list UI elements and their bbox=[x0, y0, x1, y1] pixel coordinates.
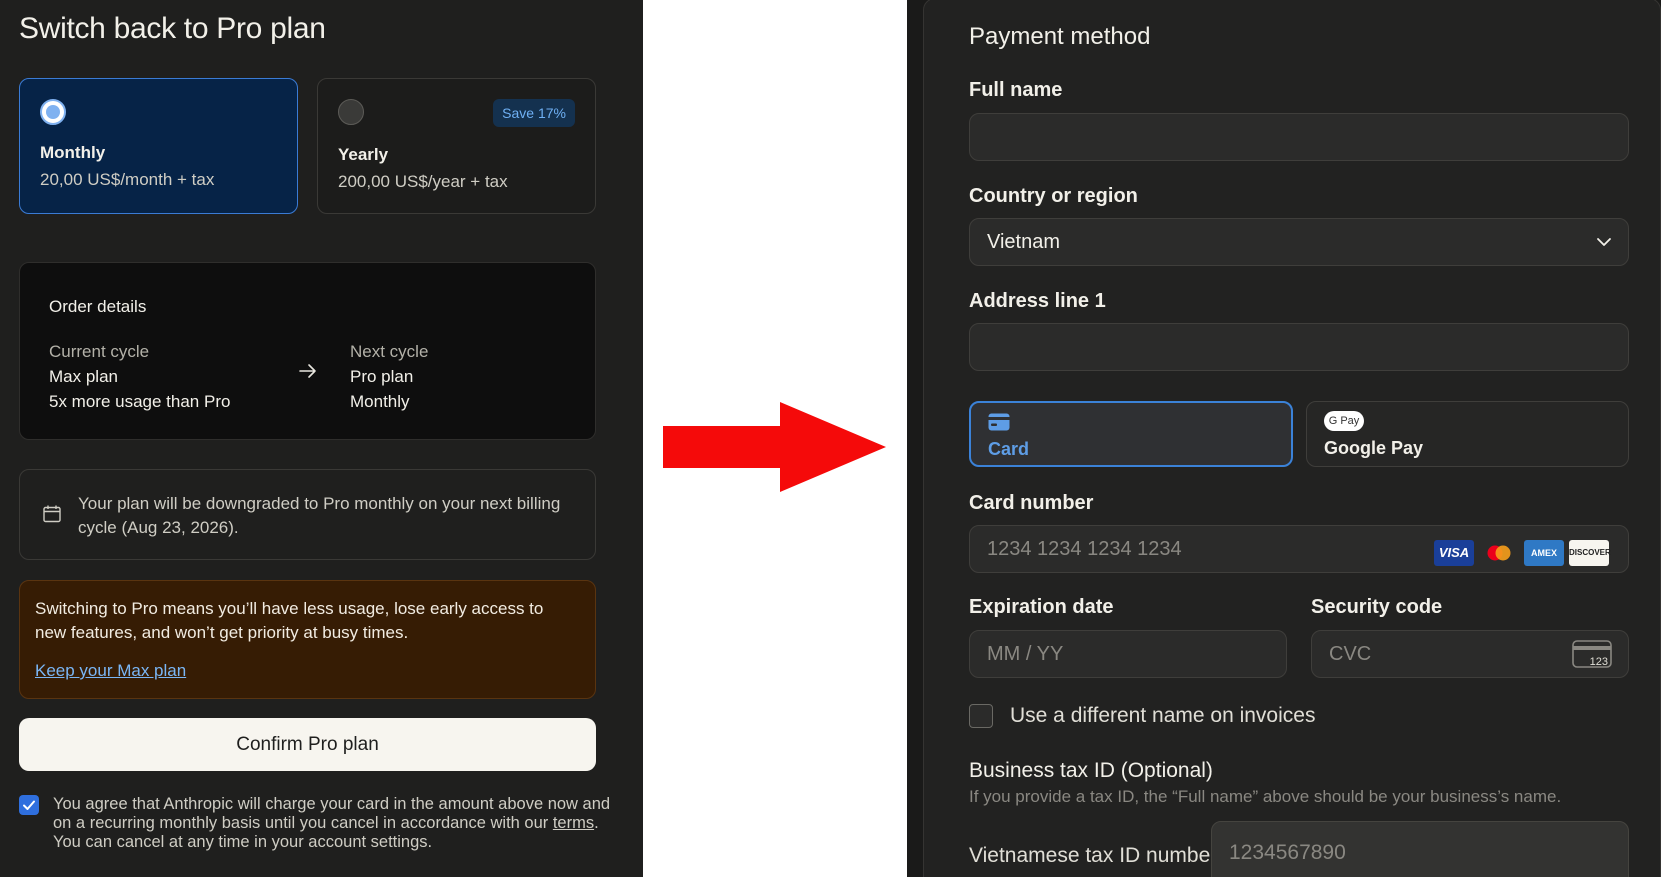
warning-text: Switching to Pro means you’ll have less … bbox=[35, 599, 544, 642]
different-name-label: Use a different name on invoices bbox=[1010, 704, 1316, 727]
warning-box: Switching to Pro means you’ll have less … bbox=[19, 580, 596, 699]
agree-text: You agree that Anthropic will charge you… bbox=[53, 795, 613, 852]
card-number-placeholder: 1234 1234 1234 1234 bbox=[987, 538, 1182, 560]
cvc-input[interactable]: CVC 123 bbox=[1311, 630, 1629, 678]
country-label: Country or region bbox=[969, 185, 1138, 207]
order-details: Order details Current cycle Max plan 5x … bbox=[19, 262, 596, 440]
payment-method-title: Payment method bbox=[969, 23, 1151, 50]
next-plan-desc: Monthly bbox=[350, 392, 410, 411]
tax-id-title: Business tax ID (Optional) bbox=[969, 759, 1213, 782]
cvc-card-icon: 123 bbox=[1572, 640, 1612, 668]
different-name-checkbox[interactable] bbox=[969, 704, 993, 728]
calendar-icon bbox=[43, 505, 61, 523]
card-number-input[interactable]: 1234 1234 1234 1234 VISA AMEX DISCOVER bbox=[969, 525, 1629, 573]
plan-option-monthly[interactable]: Monthly 20,00 US$/month + tax bbox=[19, 78, 298, 214]
expiry-label: Expiration date bbox=[969, 596, 1114, 618]
address-label: Address line 1 bbox=[969, 290, 1106, 312]
current-plan-desc: 5x more usage than Pro bbox=[49, 392, 231, 411]
plan-name: Monthly bbox=[40, 143, 106, 162]
arrow-right-icon bbox=[299, 364, 316, 378]
terms-link[interactable]: terms bbox=[553, 814, 594, 832]
country-value: Vietnam bbox=[987, 231, 1061, 253]
chevron-down-icon bbox=[1597, 238, 1611, 246]
tax-id-label: Vietnamese tax ID number bbox=[969, 844, 1218, 867]
pay-option-label: Card bbox=[988, 439, 1030, 459]
agree-text-part: You agree that Anthropic will charge you… bbox=[53, 795, 611, 832]
current-cycle: Current cycle Max plan 5x more usage tha… bbox=[49, 339, 230, 414]
cvc-placeholder: CVC bbox=[1329, 643, 1372, 665]
plan-name: Yearly bbox=[338, 145, 389, 164]
cvc-icon-text: 123 bbox=[1590, 656, 1608, 668]
expiry-input[interactable]: MM / YY bbox=[969, 630, 1287, 678]
next-plan: Pro plan bbox=[350, 367, 414, 386]
save-badge: Save 17% bbox=[493, 99, 575, 127]
downgrade-panel: Switch back to Pro plan Monthly 20,00 US… bbox=[0, 0, 643, 877]
current-plan: Max plan bbox=[49, 367, 118, 386]
tax-id-hint: If you provide a tax ID, the “Full name”… bbox=[969, 787, 1562, 806]
visa-icon: VISA bbox=[1434, 540, 1474, 566]
keep-max-plan-link[interactable]: Keep your Max plan bbox=[35, 661, 186, 681]
discover-icon: DISCOVER bbox=[1569, 540, 1611, 566]
mastercard-icon bbox=[1479, 540, 1519, 566]
radio-unselected-icon[interactable] bbox=[338, 99, 364, 125]
order-details-title: Order details bbox=[49, 297, 147, 316]
address-input[interactable] bbox=[969, 323, 1629, 371]
next-cycle: Next cycle Pro plan Monthly bbox=[350, 339, 428, 414]
payment-panel: Payment method Full name Country or regi… bbox=[907, 0, 1661, 877]
card-number-label: Card number bbox=[969, 492, 1094, 514]
full-name-input[interactable] bbox=[969, 113, 1629, 161]
plan-option-yearly[interactable]: Save 17% Yearly 200,00 US$/year + tax bbox=[317, 78, 596, 214]
red-arrow-icon bbox=[663, 402, 886, 492]
google-pay-icon: G Pay bbox=[1324, 411, 1364, 431]
payment-form: Payment method Full name Country or regi… bbox=[923, 0, 1661, 877]
downgrade-info: Your plan will be downgraded to Pro mont… bbox=[19, 469, 596, 560]
country-select[interactable]: Vietnam bbox=[969, 218, 1629, 266]
plan-price: 20,00 US$/month + tax bbox=[40, 170, 215, 189]
full-name-label: Full name bbox=[969, 79, 1063, 101]
page-title: Switch back to Pro plan bbox=[19, 12, 326, 45]
amex-icon: AMEX bbox=[1524, 540, 1564, 566]
cvc-label: Security code bbox=[1311, 596, 1443, 618]
credit-card-icon bbox=[988, 413, 1010, 431]
current-cycle-label: Current cycle bbox=[49, 342, 150, 361]
next-cycle-label: Next cycle bbox=[350, 342, 429, 361]
checkmark-icon bbox=[23, 800, 35, 810]
pay-option-card[interactable]: Card bbox=[969, 401, 1293, 467]
agree-checkbox[interactable] bbox=[19, 795, 39, 815]
confirm-pro-plan-button[interactable]: Confirm Pro plan bbox=[19, 718, 596, 771]
tax-id-input[interactable]: 1234567890 bbox=[1211, 821, 1629, 877]
radio-selected-icon[interactable] bbox=[40, 99, 66, 125]
pay-option-label: Google Pay bbox=[1324, 438, 1424, 458]
pay-option-google-pay[interactable]: G Pay Google Pay bbox=[1306, 401, 1629, 467]
plan-price: 200,00 US$/year + tax bbox=[338, 172, 508, 191]
downgrade-info-text: Your plan will be downgraded to Pro mont… bbox=[78, 494, 561, 537]
